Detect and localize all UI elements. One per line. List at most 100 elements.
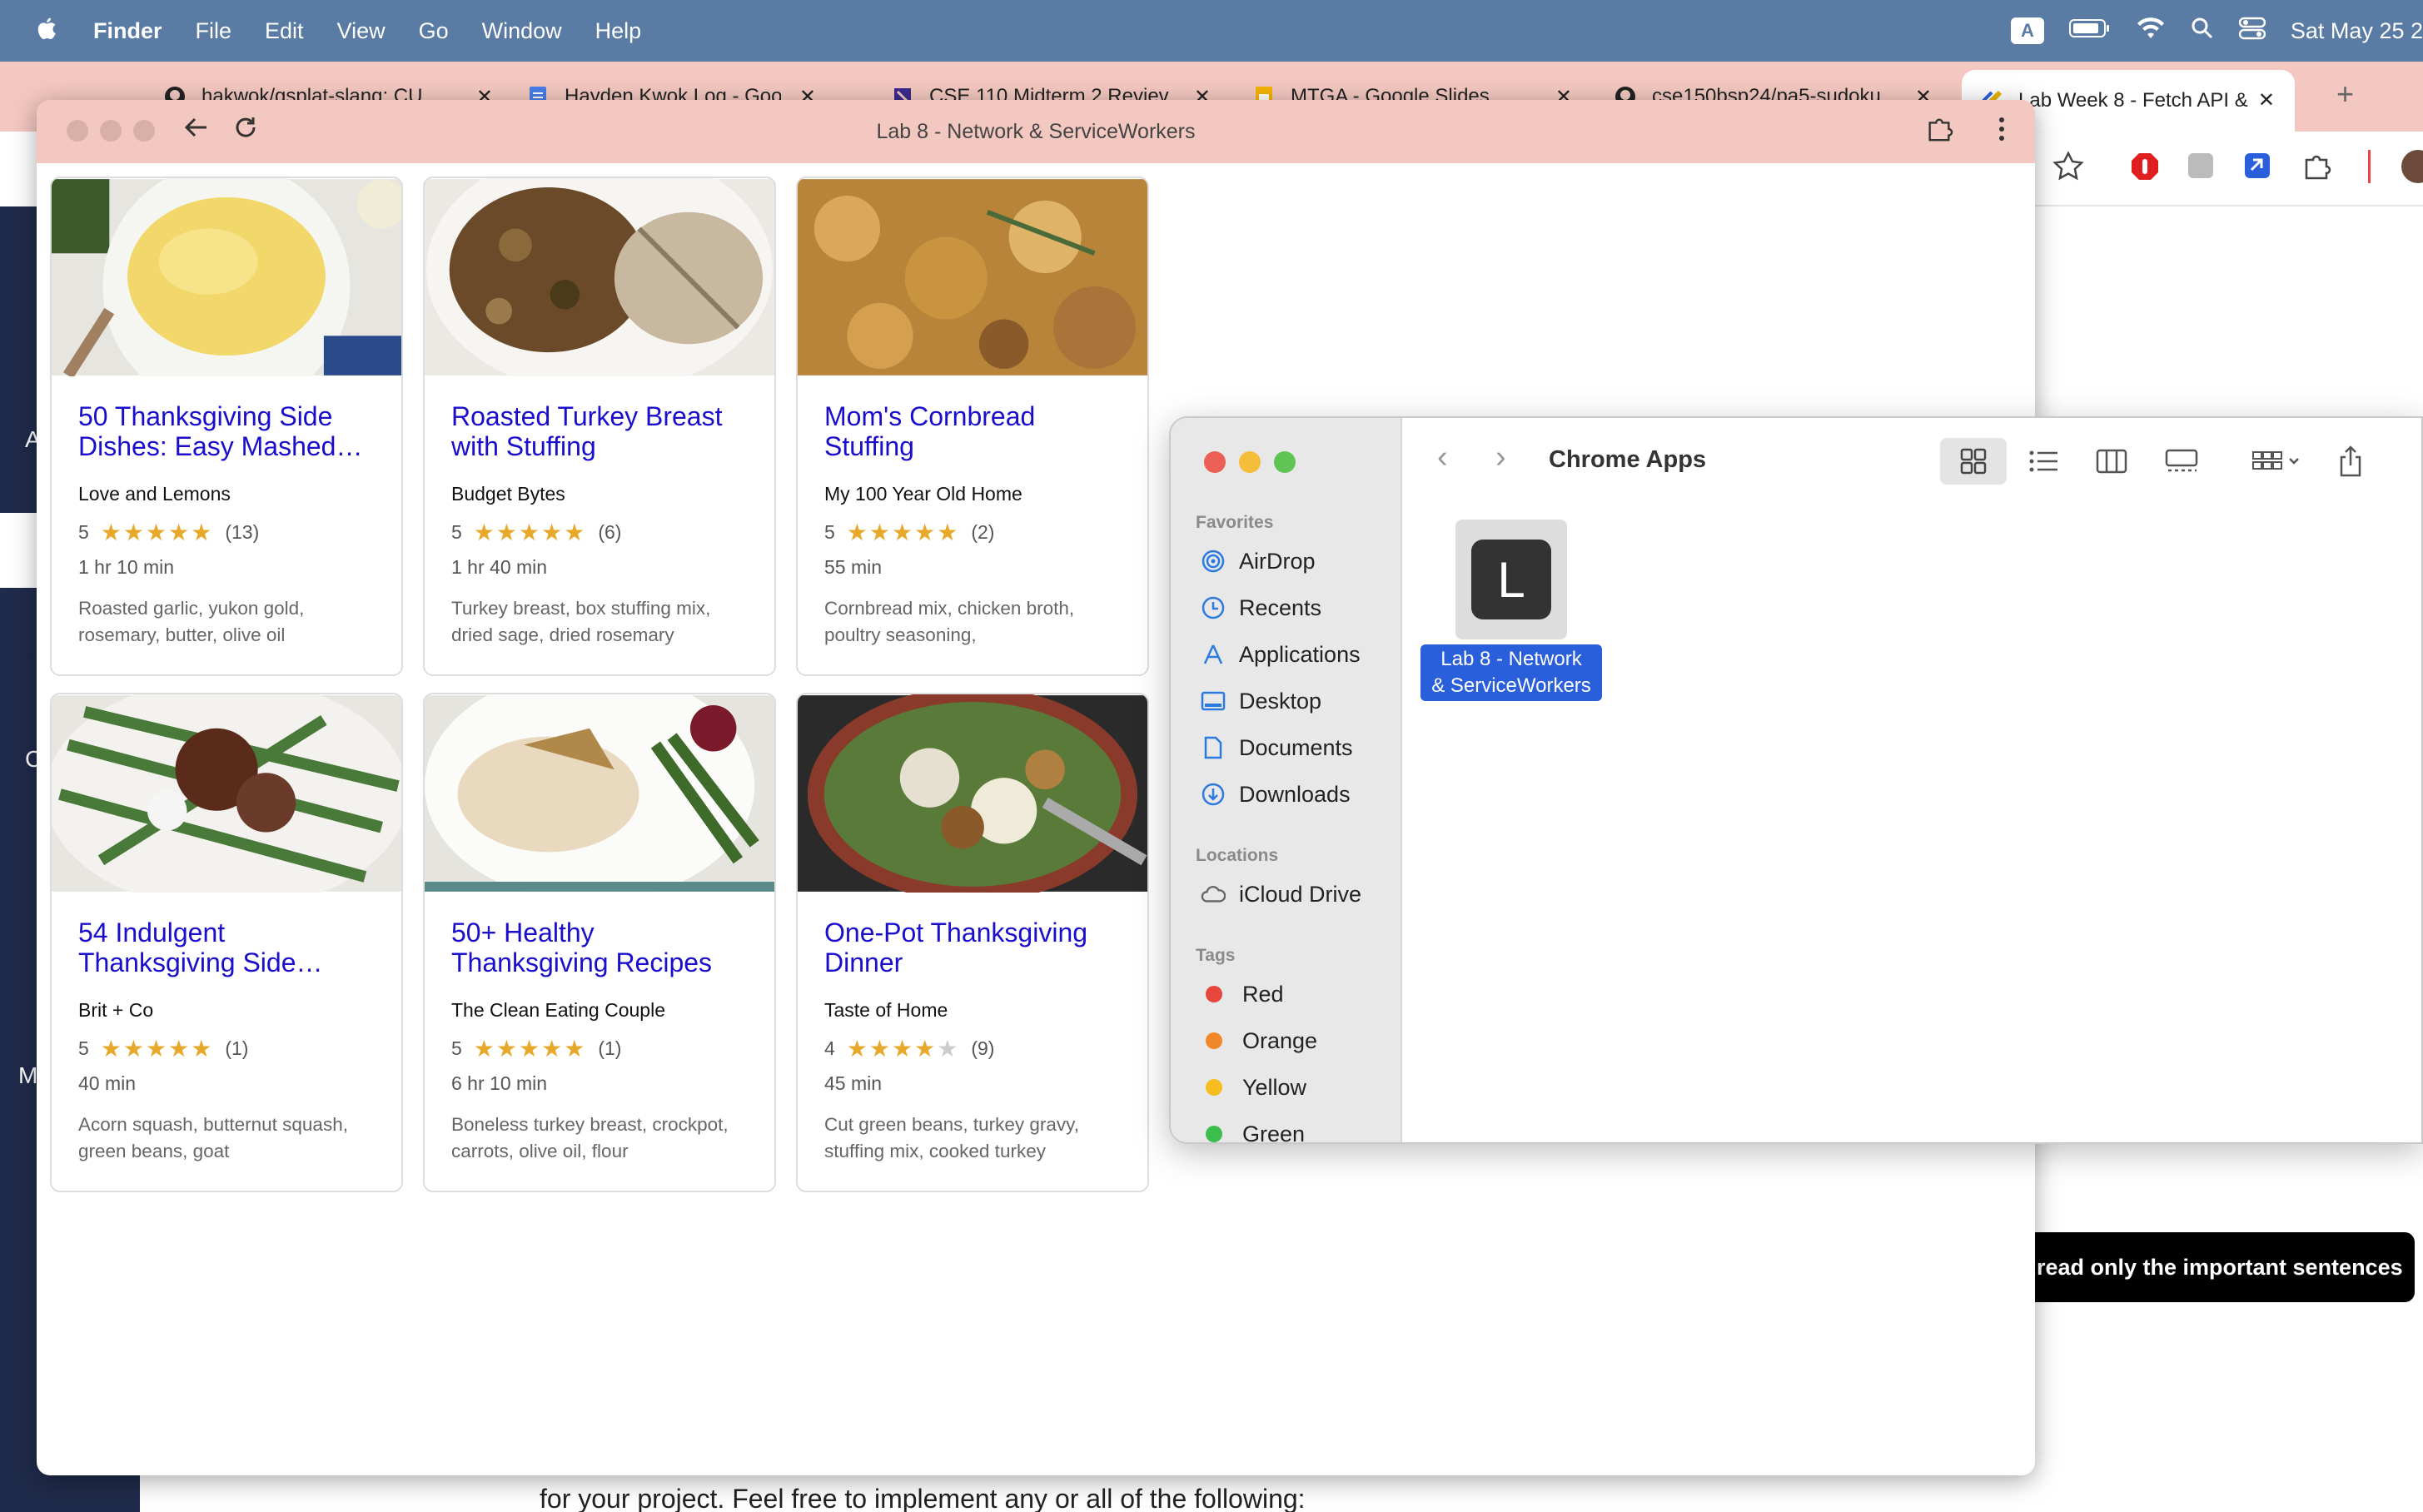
view-columns-button[interactable] <box>2087 438 2137 485</box>
control-center-icon[interactable] <box>2238 17 2266 46</box>
window-close-button[interactable] <box>1204 451 1226 473</box>
sidebar-item-recents[interactable]: Recents <box>1201 591 1321 624</box>
menubar-clock[interactable]: Sat May 25 2 <box>2291 18 2423 44</box>
recipe-title-link[interactable]: One-Pot Thanksgiving Dinner <box>824 918 1122 987</box>
recipe-source: Love and Lemons <box>78 483 231 505</box>
recipe-ingredients: Cornbread mix, chicken broth, poultry se… <box>824 598 1075 645</box>
window-close-button[interactable] <box>67 120 88 142</box>
recipe-time: 6 hr 10 min <box>451 1072 548 1094</box>
view-gallery-button[interactable] <box>2155 438 2208 485</box>
sidebar-tag-orange[interactable]: Orange <box>1201 1024 1317 1057</box>
recipe-card[interactable]: 54 Indulgent Thanksgiving Side… Brit + C… <box>50 693 403 1192</box>
airdrop-icon <box>1201 549 1226 574</box>
tag-color-dot <box>1206 1032 1222 1049</box>
browser-toolbar <box>2032 132 2423 206</box>
recipe-card[interactable]: 50 Thanksgiving Side Dishes: Easy Mashed… <box>50 177 403 676</box>
clock-icon <box>1201 595 1226 620</box>
rating-count: (9) <box>971 1037 995 1059</box>
rating-value: 5 <box>824 521 835 543</box>
sidebar-item-applications[interactable]: Applications <box>1201 638 1361 671</box>
recipe-title-link[interactable]: 50 Thanksgiving Side Dishes: Easy Mashed… <box>78 401 376 471</box>
extensions-puzzle-icon[interactable] <box>1925 115 1953 151</box>
adblock-extension-icon[interactable] <box>2130 152 2160 186</box>
extensions-puzzle-icon[interactable] <box>2301 152 2331 186</box>
profile-avatar[interactable] <box>2401 150 2423 183</box>
sidebar-tag-yellow[interactable]: Yellow <box>1201 1071 1306 1104</box>
recipe-ingredients: Turkey breast, box stuffing mix, dried s… <box>451 598 711 645</box>
recipe-time: 45 min <box>824 1072 883 1094</box>
star-rating-icon: ★★★★★ <box>473 520 587 545</box>
rating-value: 5 <box>451 1037 462 1059</box>
back-arrow-icon[interactable] <box>183 115 208 147</box>
recipe-title-link[interactable]: 50+ Healthy Thanksgiving Recipes <box>451 918 749 987</box>
menu-help[interactable]: Help <box>595 18 642 44</box>
bookmark-star-icon[interactable] <box>2052 150 2085 187</box>
columns-icon <box>2096 449 2127 474</box>
input-source-icon[interactable]: A <box>2010 17 2044 44</box>
page-body-text: for your project. Feel free to implement… <box>540 1484 1306 1512</box>
file-name-label: Lab 8 - Network & ServiceWorkers <box>1420 644 1602 701</box>
menu-go[interactable]: Go <box>419 18 449 44</box>
view-list-button[interactable] <box>2018 438 2068 485</box>
rating-count: (1) <box>225 1037 249 1059</box>
sidebar-item-label: Desktop <box>1239 688 1322 714</box>
view-icons-button[interactable] <box>1940 438 2007 485</box>
window-zoom-button[interactable] <box>133 120 155 142</box>
sidebar-tag-green[interactable]: Green <box>1201 1117 1306 1144</box>
sidebar-item-airdrop[interactable]: AirDrop <box>1201 545 1316 578</box>
recipe-card[interactable]: Roasted Turkey Breast with Stuffing Budg… <box>423 177 776 676</box>
tab-label: Lab Week 8 - Fetch API & <box>2018 89 2248 112</box>
menu-file[interactable]: File <box>196 18 232 44</box>
recipe-card[interactable]: One-Pot Thanksgiving Dinner Taste of Hom… <box>796 693 1149 1192</box>
recipe-card[interactable]: Mom's Cornbread Stuffing My 100 Year Old… <box>796 177 1149 676</box>
menu-window[interactable]: Window <box>482 18 562 44</box>
wifi-icon[interactable] <box>2136 17 2166 46</box>
gallery-icon <box>2165 449 2198 472</box>
group-by-button[interactable] <box>2243 438 2310 485</box>
recipe-card[interactable]: 50+ Healthy Thanksgiving Recipes The Cle… <box>423 693 776 1192</box>
back-chevron-icon[interactable]: ‹ <box>1437 440 1448 475</box>
window-minimize-button[interactable] <box>100 120 122 142</box>
menu-view[interactable]: View <box>337 18 386 44</box>
reload-icon[interactable] <box>233 115 258 147</box>
menu-edit[interactable]: Edit <box>265 18 304 44</box>
finder-sidebar: Favorites AirDrop Recents Applications D… <box>1171 418 1402 1144</box>
tag-color-dot <box>1206 1079 1222 1096</box>
recipe-rating: 4 ★★★★★ (9) <box>824 1035 1122 1062</box>
sidebar-item-label: iCloud Drive <box>1239 881 1362 907</box>
extension-icon[interactable] <box>2187 152 2215 184</box>
sidebar-item-label: Green <box>1242 1121 1306 1144</box>
sidebar-item-downloads[interactable]: Downloads <box>1201 778 1351 811</box>
document-icon <box>1201 735 1226 760</box>
menu-app-name[interactable]: Finder <box>93 18 162 44</box>
pwa-window-title: Lab 8 - Network & ServiceWorkers <box>876 119 1196 143</box>
window-zoom-button[interactable] <box>1274 451 1296 473</box>
sidebar-item-documents[interactable]: Documents <box>1201 731 1353 764</box>
recipe-source: Brit + Co <box>78 999 154 1021</box>
tab-close-icon[interactable]: ✕ <box>2258 88 2275 112</box>
sidebar-item-desktop[interactable]: Desktop <box>1201 684 1321 718</box>
extension-icon[interactable] <box>2243 152 2271 184</box>
recipe-title-link[interactable]: Mom's Cornbread Stuffing <box>824 401 1122 471</box>
sidebar-item-label: Documents <box>1239 734 1353 760</box>
share-button[interactable] <box>2330 438 2371 485</box>
recipe-title-link[interactable]: Roasted Turkey Breast with Stuffing <box>451 401 749 471</box>
sidebar-item-label: AirDrop <box>1239 548 1316 574</box>
recipe-image-one-pot-dinner <box>798 694 1147 893</box>
spotlight-search-icon[interactable] <box>2191 17 2214 46</box>
sidebar-tag-red[interactable]: Red <box>1201 977 1284 1011</box>
forward-chevron-icon[interactable]: › <box>1495 440 1506 475</box>
sidebar-section-locations: Locations <box>1196 846 1279 865</box>
window-minimize-button[interactable] <box>1239 451 1261 473</box>
recipe-title-link[interactable]: 54 Indulgent Thanksgiving Side… <box>78 918 376 987</box>
recipe-ingredients: Boneless turkey breast, crockpot, carrot… <box>451 1114 729 1161</box>
apple-menu-icon[interactable] <box>33 15 57 47</box>
sidebar-section-tags: Tags <box>1196 946 1236 965</box>
new-tab-icon[interactable]: + <box>2336 77 2354 112</box>
battery-icon[interactable] <box>2068 18 2111 44</box>
more-menu-icon[interactable] <box>1997 115 2007 151</box>
sidebar-item-icloud-drive[interactable]: iCloud Drive <box>1201 878 1361 911</box>
download-icon <box>1201 782 1226 807</box>
file-name-line: Lab 8 - Network <box>1440 648 1582 670</box>
rating-value: 5 <box>451 521 462 543</box>
